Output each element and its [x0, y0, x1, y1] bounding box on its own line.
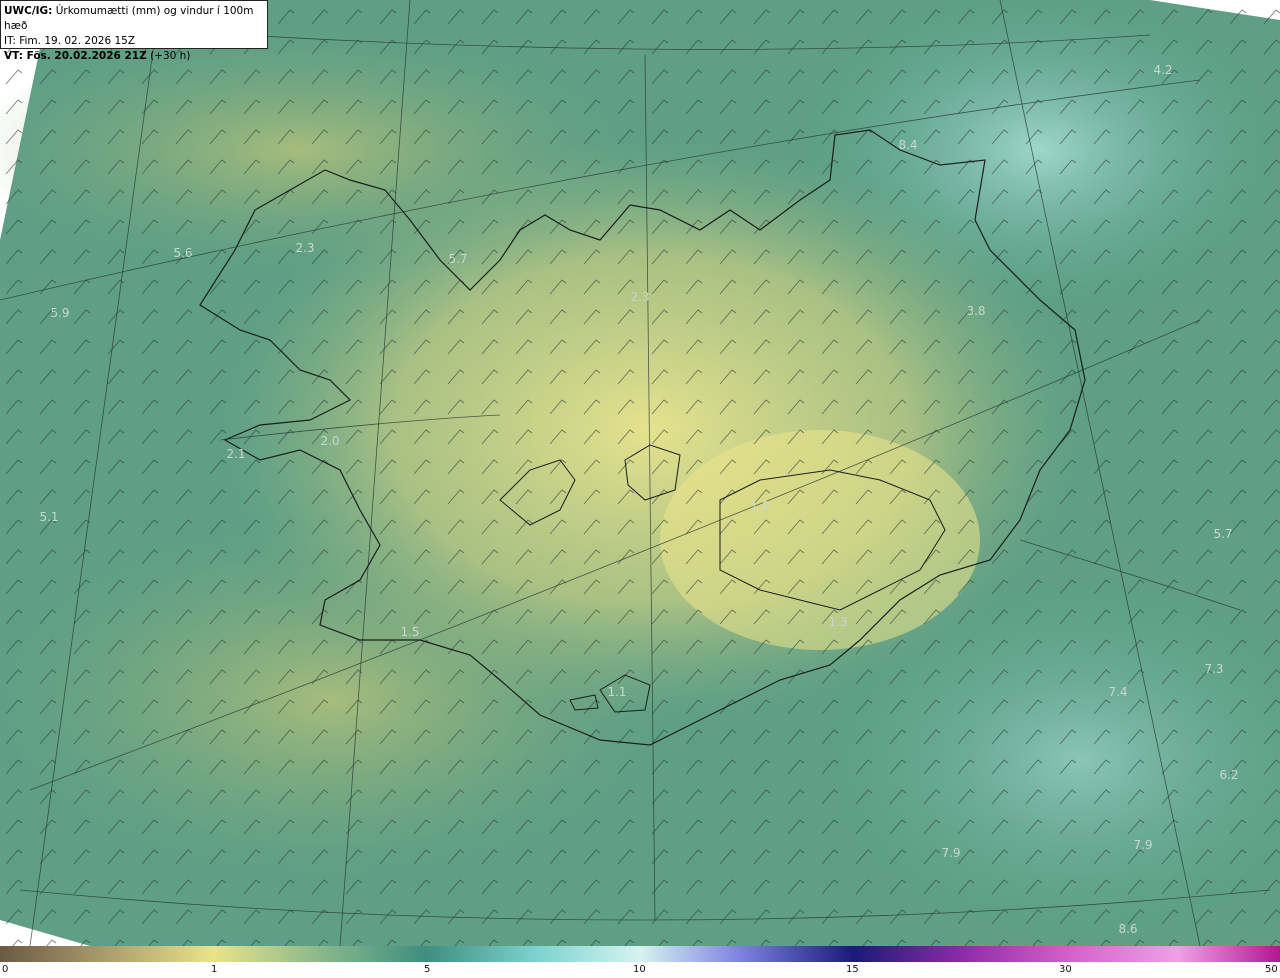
valid-offset: (+30 h) — [150, 50, 191, 62]
scale-tick: 5 — [424, 964, 431, 975]
map-value-label: 7.4 — [1108, 685, 1127, 699]
map-value-label: 1.0 — [750, 499, 769, 513]
map-value-label: 1.3 — [828, 615, 847, 629]
map-value-label: 5.7 — [448, 252, 467, 266]
scale-tick: 0 — [2, 964, 9, 975]
map-info-box: UWC/IG: Úrkomumætti (mm) og vindur í 100… — [0, 0, 268, 62]
map-value-label: 2.3 — [630, 290, 649, 304]
map-value-label: 7.9 — [1133, 838, 1152, 852]
map-value-label: 7.3 — [1204, 662, 1223, 676]
precipitable-water-map: 4.2 8.4 5.6 2.3 5.7 5.9 2.3 3.8 2.0 2.1 5.1 1.5 1.0 5… — [0, 0, 1280, 946]
map-value-label: 7.9 — [941, 846, 960, 860]
valid-time: VT: Fös. 20.02.2026 21Z — [4, 50, 147, 62]
scale-tick: 30 — [1059, 964, 1072, 975]
model-label: UWC/IG: — [4, 5, 53, 17]
map-value-label: 5.1 — [39, 510, 58, 524]
scale-tick: 50 — [1265, 964, 1278, 975]
map-value-label: 8.4 — [898, 138, 917, 152]
map-value-label: 8.6 — [1118, 922, 1137, 936]
map-value-label: 1.5 — [400, 625, 419, 639]
color-scale-bar — [0, 946, 1280, 962]
map-value-label: 1.1 — [607, 685, 626, 699]
map-value-label: 2.3 — [295, 241, 314, 255]
scale-tick: 1 — [211, 964, 218, 975]
map-value-label: 5.9 — [50, 306, 69, 320]
map-value-label: 6.2 — [1219, 768, 1238, 782]
scale-tick: 15 — [846, 964, 859, 975]
color-scale-ticks: 0 1 5 10 15 30 50 — [0, 962, 1280, 978]
map-value-label: 5.7 — [1213, 527, 1232, 541]
issue-time: IT: Fim. 19. 02. 2026 15Z — [4, 35, 136, 47]
map-value-label: 2.0 — [320, 434, 339, 448]
map-value-label: 5.6 — [173, 246, 192, 260]
map-value-label: 2.1 — [226, 447, 245, 461]
map-value-label: 4.2 — [1153, 63, 1172, 77]
scale-tick: 10 — [633, 964, 646, 975]
map-value-label: 3.8 — [966, 304, 985, 318]
wind-barbs — [0, 0, 1280, 946]
